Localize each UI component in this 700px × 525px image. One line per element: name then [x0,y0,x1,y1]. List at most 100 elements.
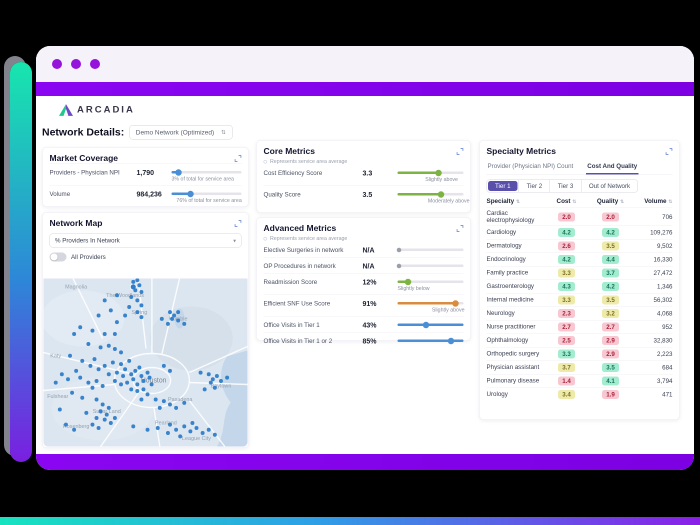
provider-dot[interactable] [135,382,140,387]
provider-dot[interactable] [131,424,136,429]
provider-dot[interactable] [131,279,136,284]
provider-dot[interactable] [139,315,144,320]
provider-dot[interactable] [145,392,150,397]
provider-dot[interactable] [106,372,111,377]
tier-1-button[interactable]: Tier 1 [488,181,518,191]
provider-dot[interactable] [159,316,164,321]
provider-dot[interactable] [214,373,219,378]
tab-provider-count[interactable]: Provider (Physician NPI) Count [487,161,575,175]
provider-dot[interactable] [112,415,117,420]
provider-dot[interactable] [212,432,217,437]
provider-dot[interactable] [98,409,103,414]
provider-dot[interactable] [125,380,130,385]
provider-dot[interactable] [100,384,105,389]
expand-icon[interactable] [234,220,242,227]
provider-dot[interactable] [168,402,172,407]
provider-dot[interactable] [59,372,64,377]
expand-icon[interactable] [456,148,464,155]
provider-dot[interactable] [182,400,187,405]
provider-dot[interactable] [92,357,97,362]
provider-dot[interactable] [182,424,187,429]
provider-dot[interactable] [168,368,172,373]
provider-dot[interactable] [135,298,140,303]
expand-icon[interactable] [234,155,242,162]
metric-slider[interactable] [171,190,242,197]
provider-dot[interactable] [114,370,119,375]
column-header-cost[interactable]: Cost ⇅ [545,198,589,205]
tab-cost-and-quality[interactable]: Cost And Quality [586,161,639,175]
provider-dot[interactable] [72,331,77,336]
provider-dot[interactable] [135,310,140,315]
metric-slider[interactable] [396,247,464,252]
table-row[interactable]: Cardiology 4.2 4.2 109,276 [486,225,673,240]
provider-dot[interactable] [145,370,150,375]
provider-dot[interactable] [210,377,215,382]
provider-dot[interactable] [188,429,193,434]
provider-dot[interactable] [161,399,166,404]
provider-dot[interactable] [153,397,158,402]
provider-dot[interactable] [176,318,181,323]
provider-dot[interactable] [127,305,132,310]
provider-dot[interactable] [190,420,195,425]
provider-dot[interactable] [139,397,144,402]
metric-slider[interactable] [397,191,464,198]
provider-dot[interactable] [63,422,68,427]
provider-dot[interactable] [202,387,207,392]
provider-dot[interactable] [66,377,70,382]
provider-dot[interactable] [200,431,205,436]
provider-dot[interactable] [206,427,211,432]
provider-dot[interactable] [84,410,89,415]
provider-dot[interactable] [127,358,132,363]
provider-dot[interactable] [165,431,170,436]
provider-dot[interactable] [133,368,138,373]
provider-dot[interactable] [80,358,85,363]
provider-dot[interactable] [157,405,162,410]
all-providers-toggle[interactable] [49,252,67,262]
table-row[interactable]: Neurology 2.3 3.2 4,068 [486,306,673,321]
provider-dot[interactable] [165,321,170,326]
provider-dot[interactable] [110,360,115,365]
column-header-quality[interactable]: Quality ⇅ [589,198,633,205]
provider-dot[interactable] [114,320,119,325]
column-header-volume[interactable]: Volume ⇅ [633,198,672,205]
provider-dot[interactable] [90,422,95,427]
column-header-specialty[interactable]: Specialty ⇅ [487,198,545,205]
provider-dot[interactable] [74,368,79,373]
metric-slider[interactable] [397,278,464,285]
provider-dot[interactable] [129,294,134,299]
provider-dot[interactable] [80,395,85,400]
table-row[interactable]: Pulmonary disease 1.4 4.1 3,794 [486,374,673,388]
provider-dot[interactable] [174,427,179,432]
provider-dot[interactable] [72,427,77,432]
provider-dot[interactable] [208,380,213,385]
table-row[interactable]: Physician assistant 3.7 3.5 684 [486,360,673,375]
provider-dot[interactable] [131,377,136,382]
table-row[interactable]: Endocrinology 4.2 4.4 16,330 [486,252,673,267]
provider-dot[interactable] [94,397,99,402]
provider-dot[interactable] [182,321,187,326]
provider-dot[interactable] [147,375,152,380]
provider-dot[interactable] [129,372,134,377]
provider-dot[interactable] [139,373,144,378]
provider-dot[interactable] [94,378,99,383]
table-row[interactable]: Ophthalmology 2.5 2.9 32,830 [486,333,673,348]
provider-dot[interactable] [194,426,199,431]
tier-3-button[interactable]: Tier 3 [549,180,581,192]
out-of-network-button[interactable]: Out of Network [580,180,638,192]
provider-dot[interactable] [141,387,146,392]
provider-dot[interactable] [98,345,103,350]
table-row[interactable]: Gastroenterology 4.3 4.2 1,346 [486,279,673,294]
metric-slider[interactable] [397,337,464,344]
provider-dot[interactable] [78,375,83,380]
map-filter-select[interactable]: % Providers In Network ▾ [49,233,242,248]
provider-dot[interactable] [102,331,107,336]
provider-dot[interactable] [145,427,150,432]
provider-dot[interactable] [139,289,144,294]
provider-dot[interactable] [96,426,101,431]
provider-dot[interactable] [135,389,140,394]
provider-dot[interactable] [102,417,107,422]
provider-dot[interactable] [57,407,62,412]
provider-dot[interactable] [198,370,203,375]
metric-slider[interactable] [396,263,464,268]
provider-dot[interactable] [90,385,95,390]
